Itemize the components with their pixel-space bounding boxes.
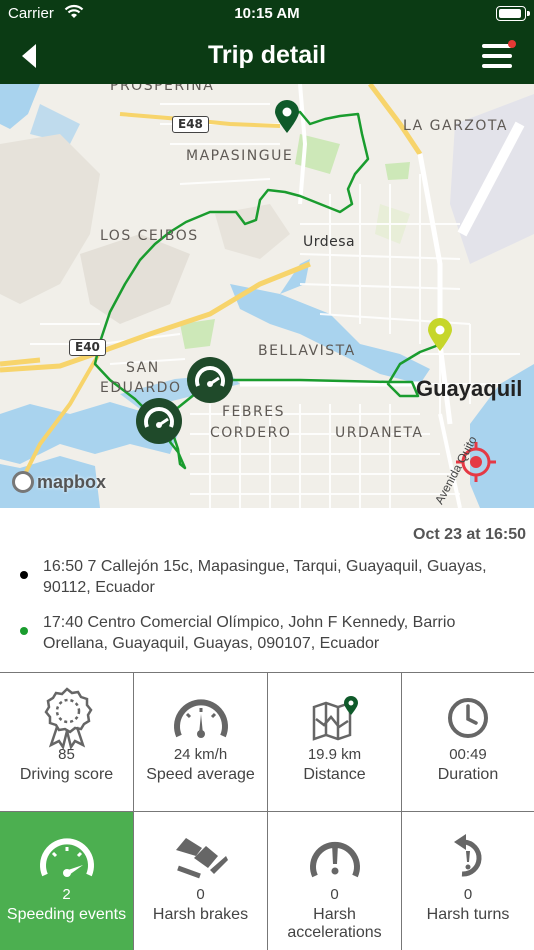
- stat-distance[interactable]: 19.9 km Distance: [268, 673, 402, 812]
- distance-label: Distance: [303, 766, 366, 783]
- map-label-la-garzota: LA GARZOTA: [403, 118, 508, 134]
- stat-harsh-accelerations[interactable]: 0 Harsh accelerations: [268, 812, 402, 950]
- top-bar: Carrier 10:15 AM Trip detail: [0, 0, 534, 84]
- map-label-febres: FEBRES: [222, 404, 285, 420]
- distance-value: 19.9 km: [307, 746, 362, 763]
- driving-score-label: Driving score: [19, 766, 114, 783]
- harsh-accelerations-value: 0: [330, 886, 339, 903]
- end-dot-icon: [20, 627, 28, 635]
- map-pin-icon: [312, 696, 358, 741]
- acceleration-warning-icon: [309, 841, 360, 878]
- duration-label: Duration: [437, 766, 499, 783]
- harsh-accelerations-label: Harsh accelerations: [287, 906, 382, 941]
- trip-date: Oct 23 at 16:50: [413, 526, 526, 543]
- duration-value: 00:49: [449, 746, 487, 763]
- stats-grid: 85 Driving score 24 km/h Speed average 1…: [0, 672, 534, 950]
- map-label-cordero: CORDERO: [210, 425, 292, 441]
- speedometer-fast-icon: [39, 838, 94, 877]
- map-label-guayaquil: Guayaquil: [416, 376, 523, 401]
- nav-bar: Trip detail: [0, 28, 534, 84]
- map-label-urdesa: Urdesa: [303, 234, 356, 250]
- clock-icon: [448, 698, 488, 738]
- map-label-los-ceibos: LOS CEIBOS: [100, 228, 199, 244]
- trip-end-address: 17:40 Centro Comercial Olímpico, John F …: [43, 614, 456, 652]
- harsh-brakes-value: 0: [196, 886, 205, 903]
- route-shield-e40: E40: [69, 339, 106, 356]
- speedometer-icon: [173, 699, 228, 738]
- start-dot-icon: [20, 571, 28, 579]
- speed-average-label: Speed average: [146, 766, 255, 783]
- brake-pedal-icon: [175, 838, 228, 879]
- speed-average-value: 24 km/h: [173, 746, 228, 763]
- stat-harsh-brakes[interactable]: 0 Harsh brakes: [134, 812, 268, 950]
- award-ribbon-icon: [43, 687, 93, 749]
- map-label-urdaneta: URDANETA: [335, 425, 424, 441]
- speeding-event-marker-icon[interactable]: [186, 356, 234, 404]
- map-label-mapasingue: MAPASINGUE: [186, 148, 294, 164]
- speeding-event-marker-icon[interactable]: [135, 397, 183, 445]
- stat-driving-score[interactable]: 85 Driving score: [0, 673, 134, 812]
- mapbox-logo[interactable]: mapbox: [12, 471, 106, 493]
- harsh-brakes-label: Harsh brakes: [152, 906, 249, 923]
- stat-speeding-events[interactable]: 2 Speeding events: [0, 812, 134, 950]
- battery-icon: [496, 6, 530, 21]
- map-label-prosperina: PROSPERINA: [110, 84, 215, 94]
- end-pin-icon[interactable]: [427, 318, 453, 352]
- notification-badge: [508, 40, 516, 48]
- stat-duration[interactable]: 00:49 Duration: [402, 673, 534, 812]
- status-time: 10:15 AM: [234, 5, 300, 22]
- trip-info: Oct 23 at 16:50 16:50 7 Callejón 15c, Ma…: [0, 508, 534, 672]
- route-shield-e48: E48: [172, 116, 209, 133]
- harsh-turns-label: Harsh turns: [426, 906, 510, 923]
- stat-speed-average[interactable]: 24 km/h Speed average: [134, 673, 268, 812]
- stat-harsh-turns[interactable]: 0 Harsh turns: [402, 812, 534, 950]
- speeding-events-label: Speeding events: [6, 906, 127, 923]
- turn-icon: [454, 834, 482, 877]
- hamburger-menu-icon[interactable]: [482, 40, 516, 70]
- map-label-san: SAN: [126, 360, 160, 376]
- trip-map[interactable]: PROSPERINA MAPASINGUE LA GARZOTA LOS CEI…: [0, 84, 534, 508]
- map-label-bellavista: BELLAVISTA: [258, 343, 356, 359]
- map-label-eduardo: EDUARDO: [100, 380, 182, 396]
- speeding-events-value: 2: [62, 886, 71, 903]
- status-bar: Carrier 10:15 AM: [0, 0, 534, 28]
- driving-score-value: 85: [58, 746, 75, 763]
- page-title: Trip detail: [207, 41, 327, 69]
- harsh-turns-value: 0: [463, 886, 473, 903]
- trip-start-address: 16:50 7 Callejón 15c, Mapasingue, Tarqui…: [43, 558, 487, 596]
- start-pin-icon[interactable]: [274, 100, 300, 134]
